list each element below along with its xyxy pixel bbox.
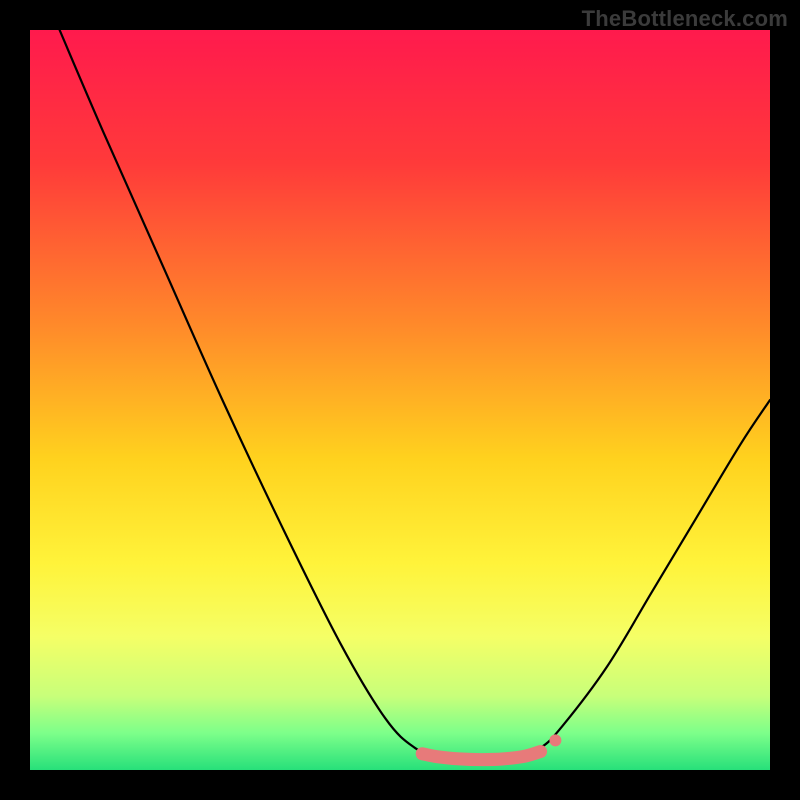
watermark-text: TheBottleneck.com [582, 6, 788, 32]
marker-dot [549, 734, 561, 746]
gradient-background [30, 30, 770, 770]
plot-area [30, 30, 770, 770]
bottleneck-chart [30, 30, 770, 770]
chart-frame: TheBottleneck.com [0, 0, 800, 800]
